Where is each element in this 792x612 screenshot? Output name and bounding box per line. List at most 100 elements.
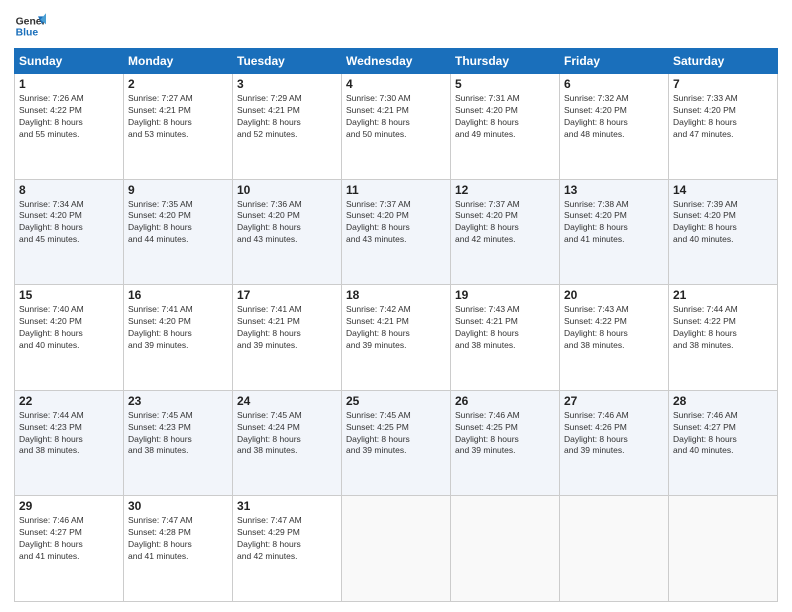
weekday-header-wednesday: Wednesday [342, 49, 451, 74]
header: General Blue [14, 10, 778, 42]
calendar-week-4: 22 Sunrise: 7:44 AM Sunset: 4:23 PM Dayl… [15, 390, 778, 496]
day-info: Sunrise: 7:44 AM Sunset: 4:23 PM Dayligh… [19, 410, 119, 458]
day-info: Sunrise: 7:36 AM Sunset: 4:20 PM Dayligh… [237, 199, 337, 247]
weekday-header-thursday: Thursday [451, 49, 560, 74]
day-number: 25 [346, 394, 446, 408]
calendar-cell: 22 Sunrise: 7:44 AM Sunset: 4:23 PM Dayl… [15, 390, 124, 496]
calendar-cell [669, 496, 778, 602]
day-info: Sunrise: 7:46 AM Sunset: 4:25 PM Dayligh… [455, 410, 555, 458]
calendar-week-3: 15 Sunrise: 7:40 AM Sunset: 4:20 PM Dayl… [15, 285, 778, 391]
calendar-cell: 4 Sunrise: 7:30 AM Sunset: 4:21 PM Dayli… [342, 74, 451, 180]
day-info: Sunrise: 7:37 AM Sunset: 4:20 PM Dayligh… [455, 199, 555, 247]
day-info: Sunrise: 7:43 AM Sunset: 4:21 PM Dayligh… [455, 304, 555, 352]
day-number: 4 [346, 77, 446, 91]
day-info: Sunrise: 7:31 AM Sunset: 4:20 PM Dayligh… [455, 93, 555, 141]
weekday-header-friday: Friday [560, 49, 669, 74]
calendar-cell: 10 Sunrise: 7:36 AM Sunset: 4:20 PM Dayl… [233, 179, 342, 285]
day-info: Sunrise: 7:33 AM Sunset: 4:20 PM Dayligh… [673, 93, 773, 141]
day-info: Sunrise: 7:40 AM Sunset: 4:20 PM Dayligh… [19, 304, 119, 352]
calendar-cell: 1 Sunrise: 7:26 AM Sunset: 4:22 PM Dayli… [15, 74, 124, 180]
day-info: Sunrise: 7:30 AM Sunset: 4:21 PM Dayligh… [346, 93, 446, 141]
calendar-cell: 13 Sunrise: 7:38 AM Sunset: 4:20 PM Dayl… [560, 179, 669, 285]
calendar-cell: 24 Sunrise: 7:45 AM Sunset: 4:24 PM Dayl… [233, 390, 342, 496]
calendar-cell: 23 Sunrise: 7:45 AM Sunset: 4:23 PM Dayl… [124, 390, 233, 496]
calendar-cell: 27 Sunrise: 7:46 AM Sunset: 4:26 PM Dayl… [560, 390, 669, 496]
calendar-cell: 21 Sunrise: 7:44 AM Sunset: 4:22 PM Dayl… [669, 285, 778, 391]
day-number: 29 [19, 499, 119, 513]
svg-text:Blue: Blue [16, 28, 39, 39]
day-number: 12 [455, 183, 555, 197]
weekday-header-tuesday: Tuesday [233, 49, 342, 74]
day-info: Sunrise: 7:41 AM Sunset: 4:21 PM Dayligh… [237, 304, 337, 352]
calendar-cell: 11 Sunrise: 7:37 AM Sunset: 4:20 PM Dayl… [342, 179, 451, 285]
calendar-cell [451, 496, 560, 602]
day-number: 14 [673, 183, 773, 197]
day-info: Sunrise: 7:26 AM Sunset: 4:22 PM Dayligh… [19, 93, 119, 141]
calendar-cell: 17 Sunrise: 7:41 AM Sunset: 4:21 PM Dayl… [233, 285, 342, 391]
calendar-week-2: 8 Sunrise: 7:34 AM Sunset: 4:20 PM Dayli… [15, 179, 778, 285]
calendar-cell: 19 Sunrise: 7:43 AM Sunset: 4:21 PM Dayl… [451, 285, 560, 391]
calendar-cell: 9 Sunrise: 7:35 AM Sunset: 4:20 PM Dayli… [124, 179, 233, 285]
day-number: 17 [237, 288, 337, 302]
weekday-header-sunday: Sunday [15, 49, 124, 74]
day-info: Sunrise: 7:27 AM Sunset: 4:21 PM Dayligh… [128, 93, 228, 141]
day-number: 6 [564, 77, 664, 91]
day-info: Sunrise: 7:45 AM Sunset: 4:25 PM Dayligh… [346, 410, 446, 458]
logo-icon: General Blue [14, 10, 46, 42]
day-info: Sunrise: 7:42 AM Sunset: 4:21 PM Dayligh… [346, 304, 446, 352]
day-number: 11 [346, 183, 446, 197]
calendar-cell: 12 Sunrise: 7:37 AM Sunset: 4:20 PM Dayl… [451, 179, 560, 285]
calendar-cell: 31 Sunrise: 7:47 AM Sunset: 4:29 PM Dayl… [233, 496, 342, 602]
logo: General Blue [14, 10, 46, 42]
day-number: 2 [128, 77, 228, 91]
calendar-cell: 25 Sunrise: 7:45 AM Sunset: 4:25 PM Dayl… [342, 390, 451, 496]
calendar-week-5: 29 Sunrise: 7:46 AM Sunset: 4:27 PM Dayl… [15, 496, 778, 602]
calendar-cell: 3 Sunrise: 7:29 AM Sunset: 4:21 PM Dayli… [233, 74, 342, 180]
calendar-cell: 8 Sunrise: 7:34 AM Sunset: 4:20 PM Dayli… [15, 179, 124, 285]
day-number: 1 [19, 77, 119, 91]
day-number: 30 [128, 499, 228, 513]
calendar-cell: 26 Sunrise: 7:46 AM Sunset: 4:25 PM Dayl… [451, 390, 560, 496]
day-number: 24 [237, 394, 337, 408]
day-info: Sunrise: 7:32 AM Sunset: 4:20 PM Dayligh… [564, 93, 664, 141]
day-info: Sunrise: 7:46 AM Sunset: 4:27 PM Dayligh… [673, 410, 773, 458]
calendar-cell: 30 Sunrise: 7:47 AM Sunset: 4:28 PM Dayl… [124, 496, 233, 602]
day-number: 20 [564, 288, 664, 302]
weekday-header-row: SundayMondayTuesdayWednesdayThursdayFrid… [15, 49, 778, 74]
day-number: 7 [673, 77, 773, 91]
day-number: 23 [128, 394, 228, 408]
day-info: Sunrise: 7:44 AM Sunset: 4:22 PM Dayligh… [673, 304, 773, 352]
calendar-cell: 16 Sunrise: 7:41 AM Sunset: 4:20 PM Dayl… [124, 285, 233, 391]
day-info: Sunrise: 7:47 AM Sunset: 4:28 PM Dayligh… [128, 515, 228, 563]
calendar-cell [560, 496, 669, 602]
day-info: Sunrise: 7:43 AM Sunset: 4:22 PM Dayligh… [564, 304, 664, 352]
day-number: 27 [564, 394, 664, 408]
day-info: Sunrise: 7:46 AM Sunset: 4:26 PM Dayligh… [564, 410, 664, 458]
calendar-cell [342, 496, 451, 602]
day-number: 10 [237, 183, 337, 197]
calendar-cell: 6 Sunrise: 7:32 AM Sunset: 4:20 PM Dayli… [560, 74, 669, 180]
day-info: Sunrise: 7:45 AM Sunset: 4:24 PM Dayligh… [237, 410, 337, 458]
calendar-table: SundayMondayTuesdayWednesdayThursdayFrid… [14, 48, 778, 602]
day-number: 15 [19, 288, 119, 302]
day-number: 18 [346, 288, 446, 302]
calendar-cell: 28 Sunrise: 7:46 AM Sunset: 4:27 PM Dayl… [669, 390, 778, 496]
weekday-header-monday: Monday [124, 49, 233, 74]
calendar-cell: 15 Sunrise: 7:40 AM Sunset: 4:20 PM Dayl… [15, 285, 124, 391]
calendar-cell: 2 Sunrise: 7:27 AM Sunset: 4:21 PM Dayli… [124, 74, 233, 180]
calendar-cell: 7 Sunrise: 7:33 AM Sunset: 4:20 PM Dayli… [669, 74, 778, 180]
day-number: 28 [673, 394, 773, 408]
day-info: Sunrise: 7:29 AM Sunset: 4:21 PM Dayligh… [237, 93, 337, 141]
calendar-cell: 20 Sunrise: 7:43 AM Sunset: 4:22 PM Dayl… [560, 285, 669, 391]
day-info: Sunrise: 7:35 AM Sunset: 4:20 PM Dayligh… [128, 199, 228, 247]
day-info: Sunrise: 7:37 AM Sunset: 4:20 PM Dayligh… [346, 199, 446, 247]
day-number: 8 [19, 183, 119, 197]
day-info: Sunrise: 7:46 AM Sunset: 4:27 PM Dayligh… [19, 515, 119, 563]
day-number: 31 [237, 499, 337, 513]
day-info: Sunrise: 7:39 AM Sunset: 4:20 PM Dayligh… [673, 199, 773, 247]
day-number: 5 [455, 77, 555, 91]
weekday-header-saturday: Saturday [669, 49, 778, 74]
day-info: Sunrise: 7:47 AM Sunset: 4:29 PM Dayligh… [237, 515, 337, 563]
day-info: Sunrise: 7:41 AM Sunset: 4:20 PM Dayligh… [128, 304, 228, 352]
calendar-cell: 18 Sunrise: 7:42 AM Sunset: 4:21 PM Dayl… [342, 285, 451, 391]
